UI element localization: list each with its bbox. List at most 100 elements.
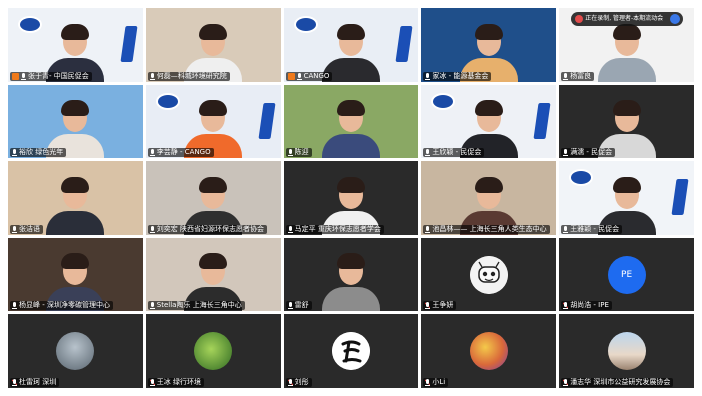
participant-name-label: 陈迎 [285,148,312,158]
recording-notice-text: 正在录制, 管理者-本期流动会 [585,15,664,22]
microphone-icon [12,302,17,310]
microphone-icon [287,302,293,310]
host-badge-icon [287,72,295,80]
participant-name-label: 潘志华 深圳市公益研究发展协会 [561,377,674,387]
microphone-icon [12,149,17,157]
participant-name: 王冰 绿行环境 [156,377,202,386]
participant-tile[interactable]: 满濡 - 民促会 [559,84,694,159]
participant-tile[interactable]: 李芸静 - CANGO [145,84,281,159]
participant-tile[interactable]: 王争妍 [421,237,557,312]
microphone-icon [563,149,569,157]
participant-name-label: 马定平 重庆环保志愿者学会 [285,224,384,234]
organization-logo-icon [155,92,180,110]
microphone-icon [425,302,431,310]
participant-name-label: CANGO [285,71,333,81]
microphone-icon [149,225,155,233]
participant-name-label: 张于青- 中国民促会 [10,71,92,81]
participant-name-label: 张洁语 [10,224,43,234]
participant-name: 李芸静 - CANGO [156,148,211,157]
participant-tile[interactable]: 雷舒 [283,237,419,312]
microphone-icon [12,378,17,386]
participant-tile[interactable]: 家冰 - 能源基金会 [421,8,557,82]
microphone-icon [425,149,431,157]
participant-name: 家冰 - 能源基金会 [432,71,489,80]
participant-tile[interactable]: 王冰 绿行环境 [145,314,281,388]
participant-tile[interactable]: 杨显峰 - 深圳净零碳管理中心 [8,237,143,312]
organization-logo-icon [431,92,456,110]
participant-name-label: 王欣颖 - 民促会 [423,148,485,158]
microphone-icon [563,225,569,233]
participant-name-label: 小Li [423,377,449,387]
participant-name-label: 杨富良 [561,71,595,81]
microphone-icon [287,225,293,233]
participant-name-label: 裕欣 绿色光年 [10,148,67,158]
participant-name: 张于青- 中国民促会 [28,71,89,80]
participant-name-label: 刘奕宏 陕西省妇源环保志愿者协会 [147,224,268,234]
participant-tile[interactable]: 杜雷珂 深圳 [8,314,143,388]
participant-name: 刘奕宏 陕西省妇源环保志愿者协会 [156,224,265,233]
participant-name: 满濡 - 民促会 [570,148,613,157]
participant-name-label: 王雅颖 - 民促会 [561,224,623,234]
microphone-icon [563,378,569,386]
organization-logo-icon [293,16,318,33]
participant-tile[interactable]: Stella陶乐 上海长三角中心 [145,237,281,312]
participant-name: 潘志华 深圳市公益研究发展协会 [570,377,671,386]
participant-video-figure [319,100,383,159]
confirm-icon[interactable] [670,14,681,24]
microphone-icon [12,225,17,233]
microphone-icon [149,149,155,157]
participant-name: 杨富良 [570,71,592,80]
microphone-icon [149,302,155,310]
participant-tile[interactable]: 张洁语 [8,161,143,235]
participant-tile[interactable]: 马定平 重庆环保志愿者学会 [283,161,419,235]
recording-notice[interactable]: 正在录制, 管理者-本期流动会 [571,12,684,26]
participant-tile[interactable]: 潘志华 深圳市公益研究发展协会 [559,314,694,388]
participant-name-label: 胡尚浩 - IPE [561,301,612,311]
participant-name: 王雅颖 - 民促会 [570,224,620,233]
video-gallery-grid: 张于青- 中国民促会 何磊—科城环境研究院 CANGO 家冰 - 能源基金会 杨富良 正在… [8,8,694,388]
participant-avatar [469,332,508,371]
participant-name-label: 何磊—科城环境研究院 [147,71,230,81]
participant-name: 刘彤 [294,377,309,386]
participant-name: 马定平 重庆环保志愿者学会 [294,224,381,233]
participant-tile[interactable]: 陈迎 [283,84,419,159]
participant-name: Stella陶乐 上海长三角中心 [156,301,242,310]
participant-name: 胡尚浩 - IPE [570,301,609,310]
participant-tile[interactable]: 刘奕宏 陕西省妇源环保志愿者协会 [145,161,281,235]
participant-name-label: 满濡 - 民促会 [561,148,616,158]
participant-avatar [56,332,95,371]
participant-tile[interactable]: 裕欣 绿色光年 [8,84,143,159]
organization-logo-icon [18,16,42,33]
participant-name: 裕欣 绿色光年 [19,148,64,157]
participant-tile[interactable]: 王雅颖 - 民促会 [559,161,694,235]
microphone-icon [425,225,431,233]
participant-name-label: 王冰 绿行环境 [147,377,205,387]
participant-tile[interactable]: 杨富良 正在录制, 管理者-本期流动会 [559,8,694,82]
participant-name-label: 雷舒 [285,301,312,311]
participant-name-label: 家冰 - 能源基金会 [423,71,492,81]
participant-tile[interactable]: 小Li [421,314,557,388]
participant-tile[interactable]: 何磊—科城环境研究院 [145,8,281,82]
microphone-icon [149,378,155,386]
microphone-icon [563,72,569,80]
host-badge-icon [12,72,19,80]
participant-avatar: PE [607,255,646,294]
participant-video-figure [319,253,383,312]
participant-avatar [194,332,233,371]
microphone-icon [21,72,26,80]
participant-name: 何磊—科城环境研究院 [156,71,227,80]
participant-name-label: 池昌林—— 上海长三角人类生态中心 [423,224,550,234]
participant-name: 杜雷珂 深圳 [19,377,57,386]
participant-tile[interactable]: 刘彤 [283,314,419,388]
participant-tile[interactable]: PE 胡尚浩 - IPE [559,237,694,312]
participant-name: CANGO [303,71,330,80]
participant-tile[interactable]: 池昌林—— 上海长三角人类生态中心 [421,161,557,235]
microphone-icon [287,149,293,157]
participant-tile[interactable]: 王欣颖 - 民促会 [421,84,557,159]
participant-name: 王争妍 [432,301,454,310]
participant-tile[interactable]: 张于青- 中国民促会 [8,8,143,82]
participant-name: 杨显峰 - 深圳净零碳管理中心 [19,301,110,310]
microphone-icon [425,378,431,386]
participant-name-label: 杨显峰 - 深圳净零碳管理中心 [10,301,113,311]
participant-tile[interactable]: CANGO [283,8,419,82]
